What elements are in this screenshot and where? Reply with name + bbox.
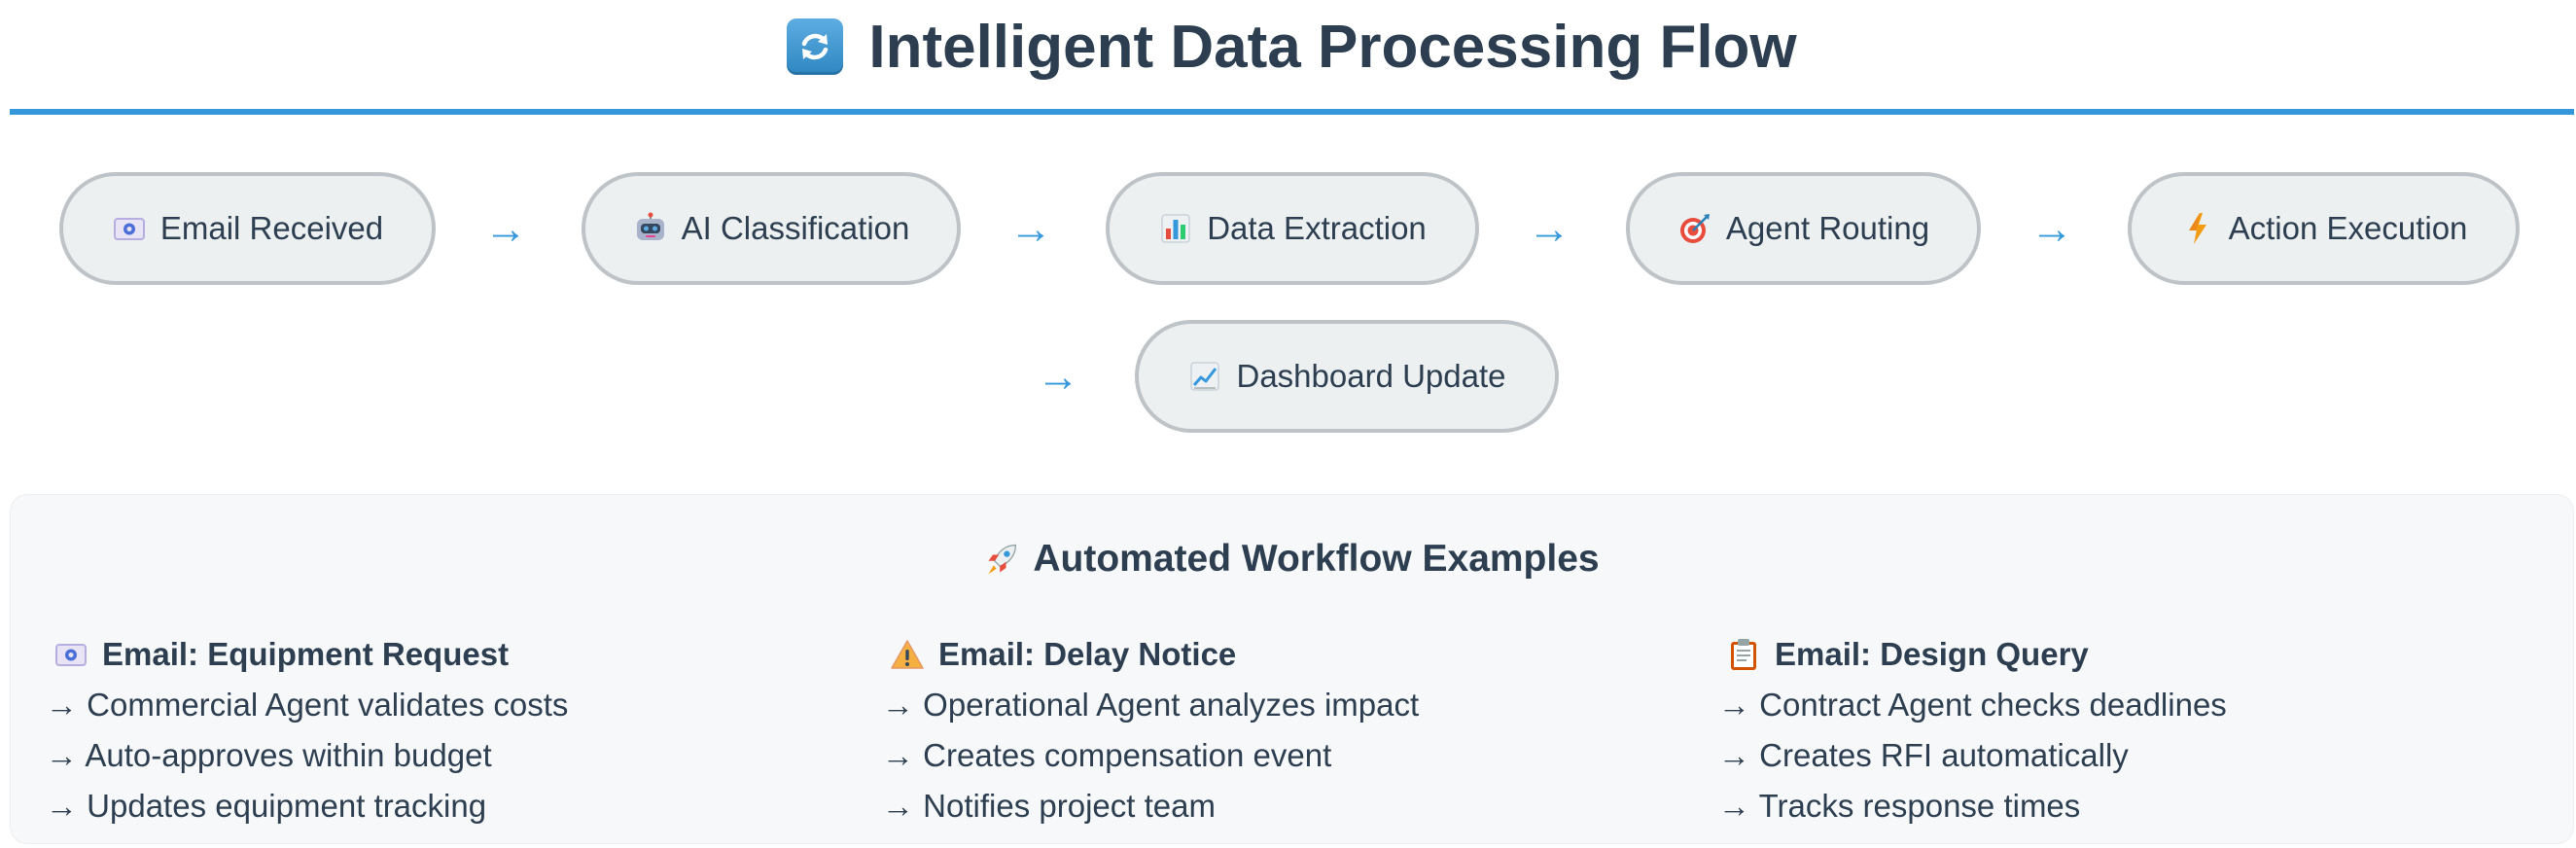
example-heading-text: Email: Equipment Request xyxy=(102,636,510,672)
flow-node-data-extraction: Data Extraction xyxy=(1106,172,1479,285)
flow-node-agent-routing: Agent Routing xyxy=(1626,172,1981,285)
example-step: → Auto-approves within budget xyxy=(46,737,492,773)
flow-arrow: → xyxy=(484,205,527,253)
examples-title-text: Automated Workflow Examples xyxy=(1033,538,1600,580)
rocket-icon xyxy=(984,542,1019,577)
example-step: → Tracks response times xyxy=(1718,788,2081,824)
flow-node-dashboard-update: Dashboard Update xyxy=(1135,320,1559,433)
example-heading-text: Email: Design Query xyxy=(1775,636,2089,672)
flow-node-ai-classification: AI Classification xyxy=(582,172,961,285)
target-icon xyxy=(1677,211,1712,246)
line-chart-icon xyxy=(1187,359,1222,394)
email-icon xyxy=(112,211,147,246)
refresh-arrows-icon xyxy=(787,18,844,75)
workflow-examples-panel: Automated Workflow Examples Email: Equip… xyxy=(10,494,2574,844)
lightning-icon xyxy=(2180,211,2215,246)
example-step: → Updates equipment tracking xyxy=(46,788,487,824)
flow-node-email-received: Email Received xyxy=(59,172,436,285)
example-step: → Contract Agent checks deadlines xyxy=(1718,687,2227,723)
page: Intelligent Data Processing Flow Email R… xyxy=(0,0,2576,848)
flow-arrow: → xyxy=(1009,205,1052,253)
robot-icon xyxy=(633,211,668,246)
email-icon xyxy=(53,637,88,672)
example-step: → Operational Agent analyzes impact xyxy=(882,687,1420,723)
flow-node-label: Agent Routing xyxy=(1725,210,1930,246)
flow-arrow: → xyxy=(1037,353,1079,401)
clipboard-icon xyxy=(1726,637,1761,672)
example-heading: Email: Design Query xyxy=(1726,629,2504,680)
flow-node-label: Action Execution xyxy=(2228,210,2468,246)
flow-node-label: Email Received xyxy=(159,210,384,246)
example-step: → Creates compensation event xyxy=(882,737,1332,773)
example-step: → Commercial Agent validates costs xyxy=(46,687,569,723)
example-column-delay-notice: Email: Delay Notice → Operational Agent … xyxy=(882,629,1668,831)
flow-node-label: Dashboard Update xyxy=(1236,358,1506,394)
warning-icon xyxy=(890,637,925,672)
page-title-text: Intelligent Data Processing Flow xyxy=(868,13,1797,81)
example-step: → Creates RFI automatically xyxy=(1718,737,2129,773)
example-column-equipment-request: Email: Equipment Request → Commercial Ag… xyxy=(46,629,831,831)
example-heading-text: Email: Delay Notice xyxy=(938,636,1237,672)
flow-node-label: AI Classification xyxy=(681,210,910,246)
flow-node-label: Data Extraction xyxy=(1207,210,1427,246)
example-heading: Email: Equipment Request xyxy=(53,629,831,680)
examples-title: Automated Workflow Examples xyxy=(11,538,2573,581)
bar-chart-icon xyxy=(1158,211,1193,246)
flow-arrow: → xyxy=(1528,205,1570,253)
example-heading: Email: Delay Notice xyxy=(890,629,1668,680)
header: Intelligent Data Processing Flow xyxy=(10,0,2574,115)
page-title: Intelligent Data Processing Flow xyxy=(787,13,1797,82)
flow-node-action-execution: Action Execution xyxy=(2128,172,2520,285)
flow-arrow: → xyxy=(2030,205,2073,253)
example-step: → Notifies project team xyxy=(882,788,1216,824)
example-column-design-query: Email: Design Query → Contract Agent che… xyxy=(1718,629,2504,831)
